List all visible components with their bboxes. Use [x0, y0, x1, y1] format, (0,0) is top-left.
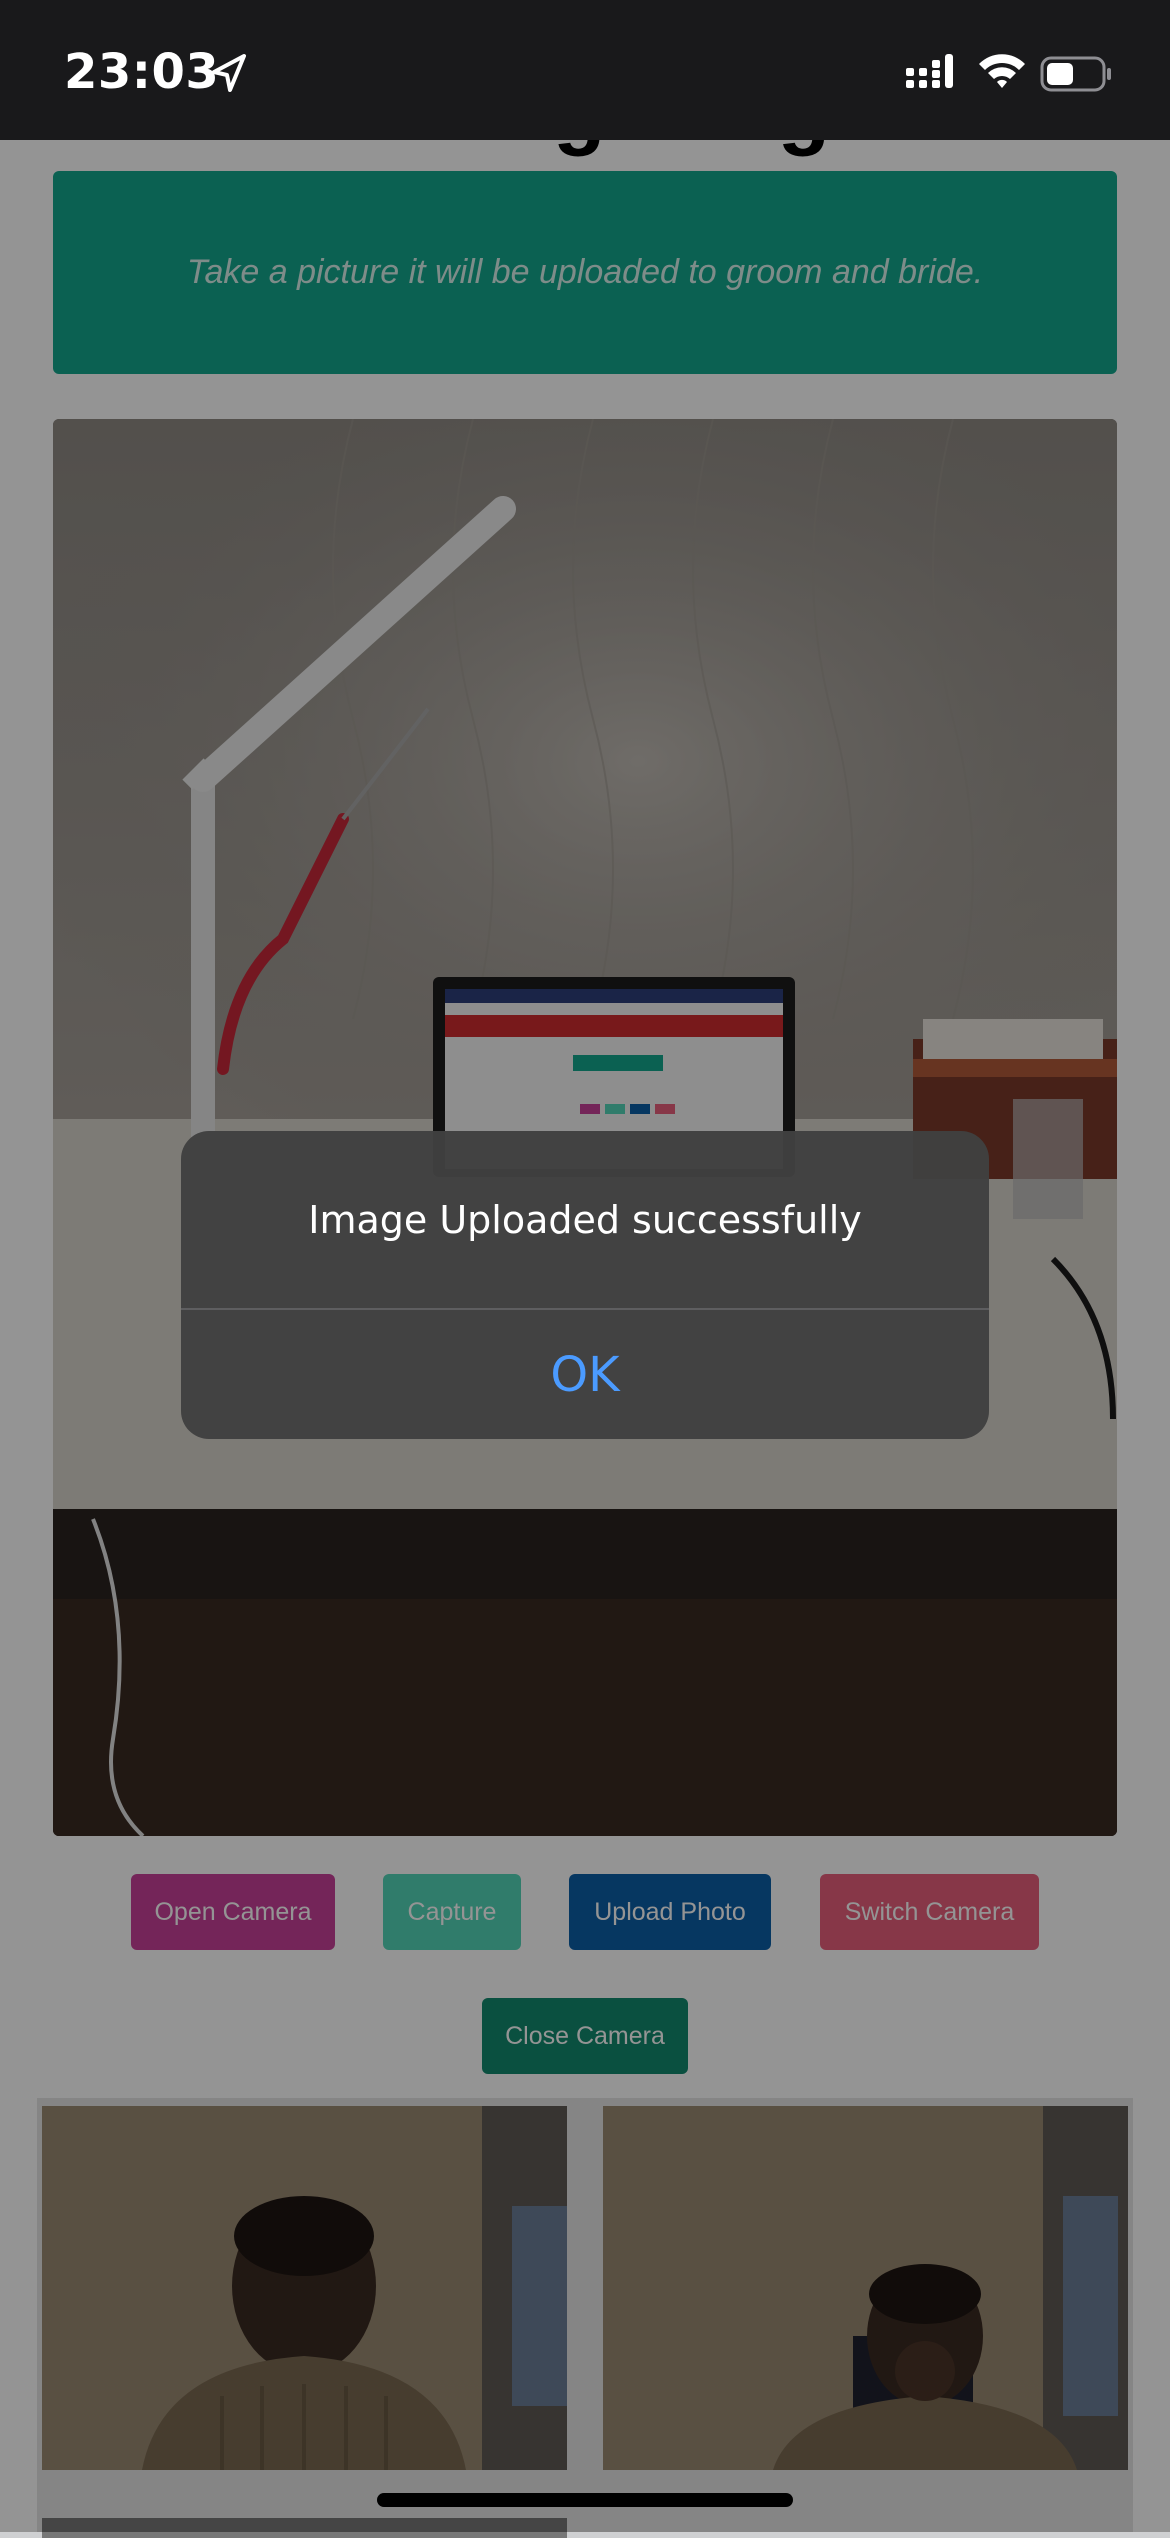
battery-icon	[1040, 56, 1111, 92]
upload-success-alert: Image Uploaded successfully OK	[181, 1131, 989, 1439]
cellular-signal-icon	[906, 54, 953, 88]
status-bar: 23:03	[0, 0, 1170, 140]
alert-ok-button[interactable]: OK	[181, 1310, 989, 1439]
location-arrow-icon	[212, 54, 246, 92]
alert-message: Image Uploaded successfully	[308, 1197, 862, 1242]
status-time: 23:03	[64, 44, 220, 100]
wifi-icon	[979, 54, 1025, 88]
home-indicator[interactable]	[377, 2493, 793, 2507]
